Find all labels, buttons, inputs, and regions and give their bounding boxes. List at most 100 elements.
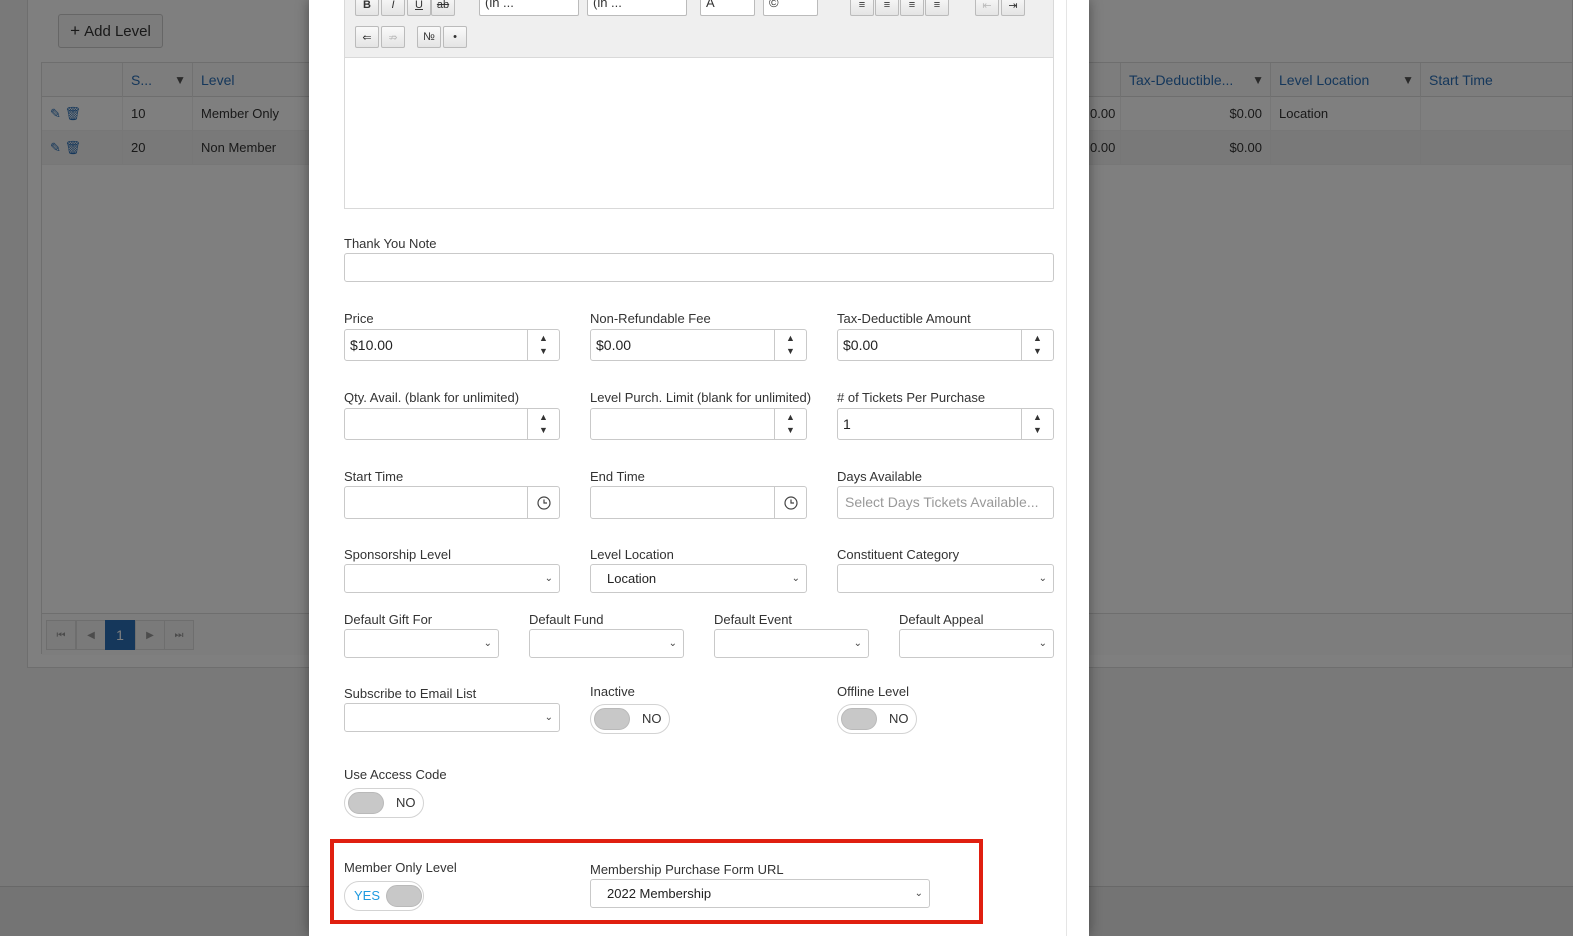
unordered-list-icon[interactable]: • (443, 26, 467, 48)
arrow-down-icon[interactable]: ▼ (786, 424, 795, 437)
font-color-picker[interactable]: A (700, 0, 755, 16)
price-input[interactable]: $10.00 ▲ ▼ (344, 329, 560, 361)
arrow-down-icon[interactable]: ▼ (539, 424, 548, 437)
non-refundable-fee-label: Non-Refundable Fee (590, 311, 711, 326)
subscribe-email-list-label: Subscribe to Email List (344, 686, 477, 701)
rich-text-editor[interactable] (344, 58, 1054, 209)
price-stepper[interactable]: ▲ ▼ (527, 330, 559, 360)
price-value: $10.00 (350, 337, 393, 353)
qty-stepper[interactable]: ▲ ▼ (527, 409, 559, 439)
arrow-down-icon[interactable]: ▼ (786, 345, 795, 358)
arrow-down-icon[interactable]: ▼ (1033, 345, 1042, 358)
background-color-picker[interactable]: © (763, 0, 818, 16)
price-label: Price (344, 311, 374, 326)
chevron-down-icon: ⌄ (791, 573, 800, 584)
arrow-up-icon[interactable]: ▲ (786, 411, 795, 424)
toggle-knob (841, 708, 877, 730)
align-justify-icon[interactable]: ≡ (925, 0, 949, 16)
chevron-down-icon: ⌄ (544, 573, 553, 584)
chevron-down-icon: ⌄ (1038, 638, 1047, 649)
level-purch-limit-input[interactable]: ▲ ▼ (590, 408, 807, 440)
constituent-category-select[interactable]: ⌄ (837, 564, 1054, 593)
tax-deductible-amount-input[interactable]: $0.00 ▲ ▼ (837, 329, 1054, 361)
use-access-code-state: NO (396, 795, 416, 810)
align-left-icon[interactable]: ≡ (850, 0, 874, 16)
non-refundable-fee-value: $0.00 (596, 337, 632, 353)
outdent-icon[interactable]: ⇤ (975, 0, 999, 16)
use-access-code-label: Use Access Code (344, 767, 447, 782)
default-event-select[interactable]: ⌄ (714, 629, 869, 658)
arrow-up-icon[interactable]: ▲ (539, 411, 548, 424)
fee-stepper[interactable]: ▲ ▼ (774, 330, 806, 360)
underline-button[interactable]: U (407, 0, 431, 16)
arrow-up-icon[interactable]: ▲ (1033, 411, 1042, 424)
align-center-icon[interactable]: ≡ (875, 0, 899, 16)
sponsorship-level-label: Sponsorship Level (344, 547, 451, 562)
arrow-down-icon[interactable]: ▼ (539, 345, 548, 358)
qty-avail-input[interactable]: ▲ ▼ (344, 408, 560, 440)
subscribe-email-list-select[interactable]: ⌄ (344, 703, 560, 732)
tax-stepper[interactable]: ▲ ▼ (1021, 330, 1053, 360)
tickets-per-purchase-label: # of Tickets Per Purchase (837, 390, 986, 405)
level-location-select[interactable]: Location ⌄ (590, 564, 807, 593)
chevron-down-icon: ⌄ (1038, 573, 1047, 584)
italic-button[interactable]: I (381, 0, 405, 16)
end-time-label: End Time (590, 469, 645, 484)
ordered-list-icon[interactable]: № (417, 26, 441, 48)
use-access-code-toggle[interactable]: NO (344, 788, 424, 818)
tax-deductible-amount-value: $0.00 (843, 337, 879, 353)
thank-you-note-label: Thank You Note (344, 236, 437, 251)
start-time-input[interactable] (344, 486, 560, 519)
limit-stepper[interactable]: ▲ ▼ (774, 409, 806, 439)
tickets-stepper[interactable]: ▲ ▼ (1021, 409, 1053, 439)
modal-divider (1066, 0, 1067, 936)
inactive-state: NO (642, 711, 662, 726)
clock-icon[interactable] (774, 487, 806, 518)
strikethrough-button[interactable]: ab (431, 0, 455, 16)
sponsorship-level-select[interactable]: ⌄ (344, 564, 560, 593)
qty-avail-label: Qty. Avail. (blank for unlimited) (344, 390, 520, 405)
chevron-down-icon: ⌄ (544, 712, 553, 723)
days-available-label: Days Available (837, 469, 923, 484)
tickets-per-purchase-value: 1 (843, 416, 851, 432)
level-purch-limit-label: Level Purch. Limit (blank for unlimited) (590, 390, 812, 405)
level-location-label: Level Location (590, 547, 674, 562)
chevron-down-icon: ⌄ (853, 638, 862, 649)
insert-link-icon[interactable]: ⇐ (355, 26, 379, 48)
default-appeal-select[interactable]: ⌄ (899, 629, 1054, 658)
arrow-up-icon[interactable]: ▲ (1033, 332, 1042, 345)
arrow-up-icon[interactable]: ▲ (539, 332, 548, 345)
chevron-down-icon: ⌄ (668, 638, 677, 649)
font-family-select[interactable]: (in ... (479, 0, 579, 16)
tax-deductible-amount-label: Tax-Deductible Amount (837, 311, 971, 326)
non-refundable-fee-input[interactable]: $0.00 ▲ ▼ (590, 329, 807, 361)
align-right-icon[interactable]: ≡ (900, 0, 924, 16)
default-gift-for-label: Default Gift For (344, 612, 433, 627)
end-time-input[interactable] (590, 486, 807, 519)
offline-level-state: NO (889, 711, 909, 726)
tickets-per-purchase-input[interactable]: 1 ▲ ▼ (837, 408, 1054, 440)
bold-button[interactable]: B (355, 0, 379, 16)
remove-link-icon[interactable]: ⇏ (381, 26, 405, 48)
days-available-multiselect[interactable]: Select Days Tickets Available... (837, 486, 1054, 519)
thank-you-note-input[interactable] (344, 253, 1054, 282)
font-size-select[interactable]: (in ... (587, 0, 687, 16)
default-gift-for-select[interactable]: ⌄ (344, 629, 499, 658)
toggle-knob (594, 708, 630, 730)
constituent-category-label: Constituent Category (837, 547, 960, 562)
default-fund-select[interactable]: ⌄ (529, 629, 684, 658)
edit-level-modal: B I U ab (in ... (in ... A © ≡ ≡ ≡ ≡ ⇤ ⇥… (309, 0, 1089, 936)
arrow-up-icon[interactable]: ▲ (786, 332, 795, 345)
inactive-toggle[interactable]: NO (590, 704, 670, 734)
highlight-box (330, 839, 983, 924)
indent-icon[interactable]: ⇥ (1001, 0, 1025, 16)
offline-level-label: Offline Level (837, 684, 910, 699)
offline-level-toggle[interactable]: NO (837, 704, 917, 734)
chevron-down-icon: ⌄ (483, 638, 492, 649)
clock-icon[interactable] (527, 487, 559, 518)
days-available-placeholder: Select Days Tickets Available... (845, 494, 1039, 510)
default-event-label: Default Event (714, 612, 793, 627)
toggle-knob (348, 792, 384, 814)
arrow-down-icon[interactable]: ▼ (1033, 424, 1042, 437)
default-fund-label: Default Fund (529, 612, 604, 627)
